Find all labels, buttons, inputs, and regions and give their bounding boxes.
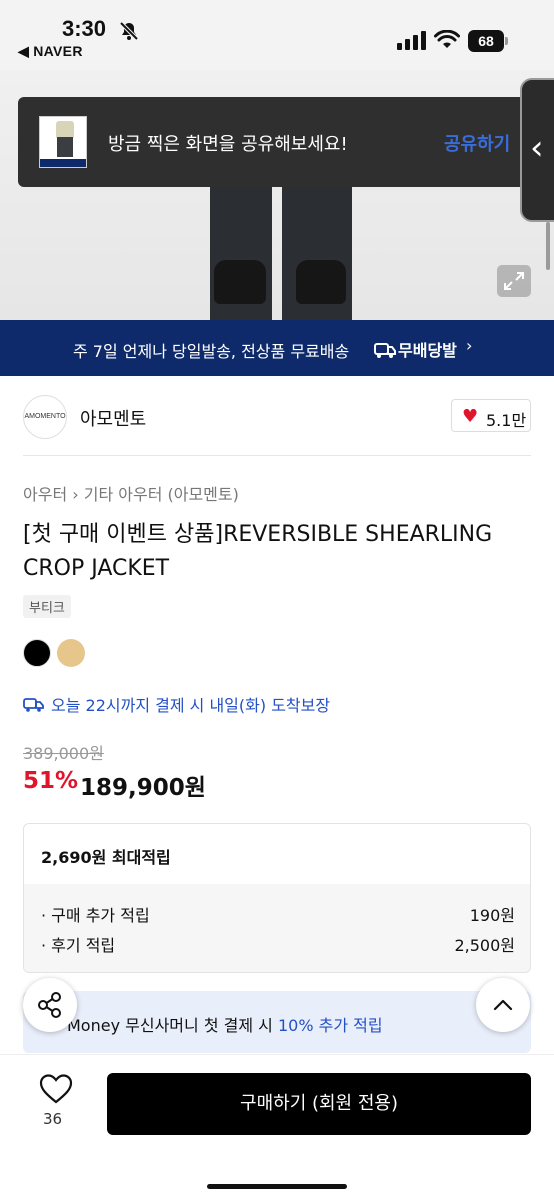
product-title: [첫 구매 이벤트 상품]REVERSIBLE SHEARLING CROP J… [23,522,493,581]
points-max-title: 2,690원 최대적립 [41,848,171,867]
banner-text: 주 7일 언제나 당일발송, 전상품 무료배송 [73,342,350,361]
home-indicator[interactable] [207,1184,347,1189]
promo-prefix: Money 무신사머니 첫 결제 시 [67,1016,278,1035]
status-bar: 3:30 ◀ NAVER 68 [0,0,554,70]
thumb-figure-legs [57,137,73,157]
screenshot-thumbnail[interactable] [39,116,87,168]
points-row: · 후기 적립 2,500원 [41,932,515,956]
shoe-left [214,260,266,304]
clock: 3:30 [62,16,107,41]
heart-icon: ♥ [462,406,479,427]
share-toast: 방금 찍은 화면을 공유해보세요! 공유하기 [18,97,540,187]
points-row-label: · 후기 적립 [41,936,116,955]
wishlist-count: 36 [43,1110,63,1128]
battery-nub [505,37,508,45]
brand-like-button[interactable]: ♥ 5.1만 [451,399,531,432]
expand-icon [504,272,524,290]
chevron-right-icon: › [466,336,473,355]
free-delivery-logo: 무배당발 [374,337,457,361]
delivery-guarantee: 오늘 22시까지 결제 시 내일(화) 도착보장 [23,692,330,716]
sale-price: 189,900원 [80,775,206,801]
color-swatch-beige[interactable] [57,639,85,667]
bell-muted-icon [119,21,139,41]
original-price: 389,000원 [23,744,104,763]
free-delivery-logo-text: 무배당발 [398,341,457,360]
cell-signal-icon [397,31,426,50]
delivery-banner[interactable]: 주 7일 언제나 당일발송, 전상품 무료배송 무배당발 › [0,320,554,376]
chevron-up-icon [493,999,513,1011]
back-to-app-link[interactable]: ◀ NAVER [18,43,83,60]
brand-name-link[interactable]: 아모멘토 [80,405,146,431]
discount-rate: 51% [23,768,79,794]
thumb-banner [40,159,86,167]
color-swatch-black[interactable] [23,639,51,667]
expand-image-button[interactable] [497,265,531,297]
scrollbar[interactable] [546,222,550,270]
money-promo-banner[interactable]: Money 무신사머니 첫 결제 시 10% 추가 적립 [23,991,531,1053]
divider [23,455,531,456]
wifi-icon [434,30,460,48]
breadcrumb[interactable]: 아우터 › 기타 아우터 (아모멘토) [23,481,239,505]
chevron-left-icon: ‹ [530,128,544,168]
scroll-to-top-button[interactable] [476,978,530,1032]
wishlist-heart-icon[interactable] [38,1072,74,1106]
share-fab-button[interactable] [23,978,77,1032]
battery-indicator: 68 [468,30,510,52]
points-row-label: · 구매 추가 적립 [41,906,150,925]
share-button[interactable]: 공유하기 [444,130,510,156]
buy-button[interactable]: 구매하기 (회원 전용) [107,1073,531,1135]
brand-logo[interactable]: AMOMENTO [23,395,67,439]
points-details: · 구매 추가 적립 190원 · 후기 적립 2,500원 [24,884,530,972]
delivery-guarantee-text: 오늘 22시까지 결제 시 내일(화) 도착보장 [51,696,331,715]
delivery-truck-icon [374,343,396,358]
share-icon [38,992,61,1018]
points-row: · 구매 추가 적립 190원 [41,902,515,926]
boutique-tag: 부티크 [23,595,71,618]
shoe-right [296,260,346,304]
delivery-truck-icon [23,698,44,712]
side-panel-handle[interactable]: ‹ [520,78,554,222]
points-row-value: 2,500원 [454,936,515,955]
battery-level: 68 [468,30,504,52]
toast-message: 방금 찍은 화면을 공유해보세요! [108,134,348,155]
brand-like-count: 5.1만 [486,411,527,430]
promo-text: Money 무신사머니 첫 결제 시 10% 추가 적립 [67,1012,383,1036]
points-row-value: 190원 [469,906,515,925]
points-box: 2,690원 최대적립 · 구매 추가 적립 190원 · 후기 적립 2,50… [23,823,531,973]
promo-highlight: 10% 추가 적립 [277,1016,383,1035]
